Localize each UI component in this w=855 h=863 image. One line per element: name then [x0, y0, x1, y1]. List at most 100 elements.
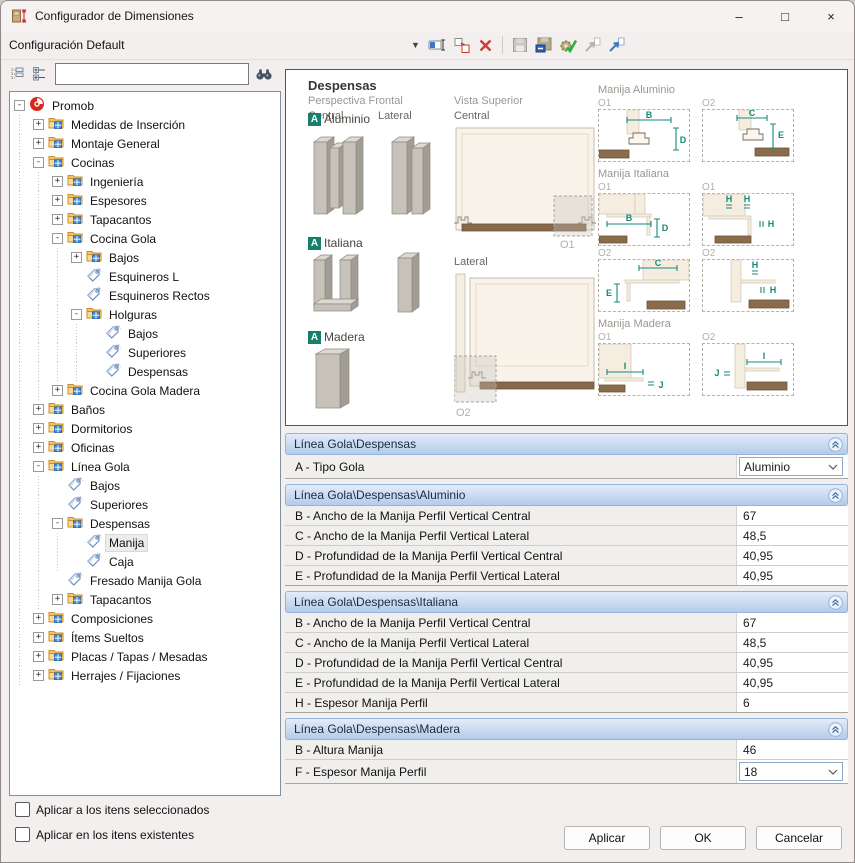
tree-expander[interactable]: +: [33, 423, 44, 434]
property-value[interactable]: 46: [743, 743, 756, 757]
tree-item[interactable]: + Ingeniería: [10, 172, 280, 191]
cancel-button[interactable]: Cancelar: [756, 826, 842, 850]
tree-item-label[interactable]: Medidas de Inserción: [68, 117, 188, 133]
tree-item[interactable]: +Espesores: [10, 191, 280, 210]
tree-item[interactable]: +Montaje General: [10, 134, 280, 153]
tree-item-label[interactable]: Bajos: [125, 326, 161, 342]
tree-item-label[interactable]: Superiores: [125, 345, 189, 361]
property-section-header[interactable]: Línea Gola\Despensas\Madera: [285, 718, 848, 740]
tree-expander[interactable]: +: [33, 119, 44, 130]
tree-item[interactable]: +Ítems Sueltos: [10, 628, 280, 647]
property-section-header[interactable]: Línea Gola\Despensas\Aluminio: [285, 484, 848, 506]
tree-item[interactable]: - Cocinas: [10, 153, 280, 172]
tree-item-label[interactable]: Holguras: [106, 307, 160, 323]
find-binoculars-icon[interactable]: [255, 65, 273, 83]
tree-expander[interactable]: -: [71, 309, 82, 320]
tree-expander[interactable]: +: [33, 632, 44, 643]
tree-item[interactable]: +Cocina Gola Madera: [10, 381, 280, 400]
tree-item-label[interactable]: Caja: [106, 554, 137, 570]
tree-item-label[interactable]: Espesores: [87, 193, 150, 209]
tree-expander[interactable]: +: [52, 214, 63, 225]
tree-item[interactable]: Superiores: [10, 343, 280, 362]
tree-expander[interactable]: +: [33, 670, 44, 681]
property-value[interactable]: 40,95: [743, 656, 773, 670]
tree-item[interactable]: Bajos: [10, 324, 280, 343]
collapse-all-icon[interactable]: [9, 65, 27, 83]
tree-item[interactable]: Esquineros L: [10, 267, 280, 286]
property-value[interactable]: 40,95: [743, 676, 773, 690]
tree-item-label[interactable]: Bajos: [87, 478, 123, 494]
tree-item-label[interactable]: Despensas: [125, 364, 191, 380]
property-dropdown[interactable]: 18: [739, 762, 843, 781]
apply-selected-checkbox[interactable]: [15, 802, 30, 817]
rename-config-icon[interactable]: [426, 35, 448, 55]
tree-expander[interactable]: -: [52, 518, 63, 529]
tree-item-label[interactable]: Composiciones: [68, 611, 156, 627]
tree-item-label[interactable]: Baños: [68, 402, 108, 418]
tree-item-label[interactable]: Tapacantos: [87, 592, 154, 608]
tree-expander[interactable]: -: [33, 157, 44, 168]
tree-expander[interactable]: +: [52, 176, 63, 187]
tree-item-label[interactable]: Montaje General: [68, 136, 163, 152]
property-value[interactable]: 67: [743, 616, 756, 630]
tree-expander[interactable]: +: [33, 613, 44, 624]
tree-item-label[interactable]: Oficinas: [68, 440, 117, 456]
tree-item-label[interactable]: Cocinas: [68, 155, 117, 171]
tree-item[interactable]: +Bajos: [10, 248, 280, 267]
tree-item-label[interactable]: Promob: [49, 98, 97, 114]
tree-item[interactable]: Esquineros Rectos: [10, 286, 280, 305]
tree-item[interactable]: + Tapacantos: [10, 590, 280, 609]
tree-item[interactable]: +Placas / Tapas / Mesadas: [10, 647, 280, 666]
delete-config-icon[interactable]: [474, 35, 496, 55]
tree-item[interactable]: Fresado Manija Gola: [10, 571, 280, 590]
tree-item[interactable]: + Medidas de Inserción: [10, 115, 280, 134]
tree-item[interactable]: - Promob: [10, 96, 280, 115]
search-input[interactable]: [55, 63, 249, 85]
tree-item-label[interactable]: Tapacantos: [87, 212, 154, 228]
tree-item[interactable]: + Herrajes / Fijaciones: [10, 666, 280, 685]
tree-item-label[interactable]: Manija: [106, 535, 147, 551]
ok-button[interactable]: OK: [660, 826, 746, 850]
apply-button[interactable]: Aplicar: [564, 826, 650, 850]
export-config-icon[interactable]: [605, 35, 627, 55]
tree-item-label[interactable]: Dormitorios: [68, 421, 135, 437]
tree-item[interactable]: - Línea Gola: [10, 457, 280, 476]
tree-expander[interactable]: -: [33, 461, 44, 472]
collapse-section-icon[interactable]: [828, 595, 843, 610]
property-value[interactable]: 48,5: [743, 529, 766, 543]
tree-expander[interactable]: +: [52, 594, 63, 605]
property-value[interactable]: 40,95: [743, 549, 773, 563]
property-value[interactable]: 48,5: [743, 636, 766, 650]
tree-item-label[interactable]: Superiores: [87, 497, 151, 513]
tree-expander[interactable]: -: [14, 100, 25, 111]
tree-item[interactable]: - Holguras: [10, 305, 280, 324]
tree-item-label[interactable]: Placas / Tapas / Mesadas: [68, 649, 211, 665]
tree-item-label[interactable]: Ingeniería: [87, 174, 146, 190]
apply-config-icon[interactable]: [557, 35, 579, 55]
apply-existing-checkbox[interactable]: [15, 827, 30, 842]
property-value[interactable]: 40,95: [743, 569, 773, 583]
expand-all-icon[interactable]: [31, 65, 49, 83]
tree-item-label[interactable]: Cocina Gola: [87, 231, 159, 247]
collapse-section-icon[interactable]: [828, 722, 843, 737]
tree-item-label[interactable]: Herrajes / Fijaciones: [68, 668, 183, 684]
tree-item[interactable]: Bajos: [10, 476, 280, 495]
property-dropdown[interactable]: Aluminio: [739, 457, 843, 476]
property-value[interactable]: 67: [743, 509, 756, 523]
tree-item[interactable]: -Cocina Gola: [10, 229, 280, 248]
minimize-button[interactable]: –: [716, 1, 762, 31]
tree-item-label[interactable]: Esquineros Rectos: [106, 288, 213, 304]
collapse-section-icon[interactable]: [828, 488, 843, 503]
maximize-button[interactable]: □: [762, 1, 808, 31]
close-button[interactable]: ×: [808, 1, 854, 31]
tree-item[interactable]: -Despensas: [10, 514, 280, 533]
tree-item[interactable]: Manija: [10, 533, 280, 552]
property-section-header[interactable]: Línea Gola\Despensas: [285, 433, 848, 455]
tree-item[interactable]: Despensas: [10, 362, 280, 381]
property-section-header[interactable]: Línea Gola\Despensas\Italiana: [285, 591, 848, 613]
tree-item[interactable]: Caja: [10, 552, 280, 571]
tree-expander[interactable]: +: [71, 252, 82, 263]
tree-item-label[interactable]: Fresado Manija Gola: [87, 573, 204, 589]
tree-item-label[interactable]: Línea Gola: [68, 459, 133, 475]
property-value[interactable]: 6: [743, 696, 750, 710]
